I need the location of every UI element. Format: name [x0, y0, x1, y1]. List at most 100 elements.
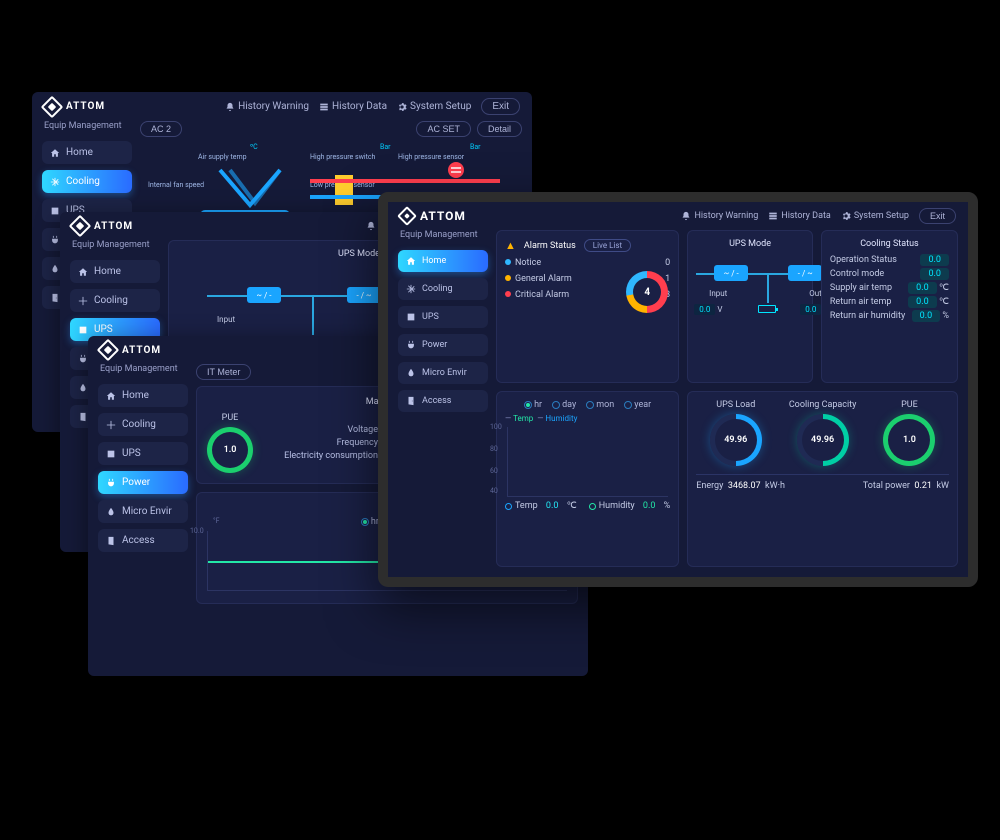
sidebar-item-home[interactable]: Home	[42, 141, 132, 164]
sidebar-item-cooling[interactable]: Cooling	[398, 278, 488, 300]
unit-bar-2: Bar	[470, 143, 481, 151]
home-icon	[106, 391, 116, 401]
axis-unit: °F	[213, 517, 219, 525]
pue-label: PUE	[901, 400, 918, 410]
sidebar-item-access[interactable]: Access	[98, 529, 188, 552]
sidebar-item-home[interactable]: Home	[98, 384, 188, 407]
door-icon	[50, 293, 60, 303]
brand-name: ATTOM	[420, 209, 466, 223]
ups-icon	[106, 449, 116, 459]
voltage-label: Voltage	[268, 425, 378, 435]
ups-load-gauge: 49.96	[710, 414, 762, 466]
energy-readout: Energy 3468.07 kW·h	[696, 481, 785, 491]
brand-name: ATTOM	[66, 101, 105, 112]
sidebar-item-home[interactable]: Home	[398, 250, 488, 272]
app-header: ATTOM History Warning History Data Syste…	[388, 202, 968, 230]
gear-icon	[841, 211, 851, 221]
door-icon	[106, 536, 116, 546]
cool-row-return-temp: Return air temp0.0 ℃	[830, 297, 949, 307]
sidebar: Equip Management Home Cooling UPS Power …	[98, 364, 188, 604]
snowflake-icon	[406, 284, 416, 294]
input-value: 0.0	[694, 304, 715, 315]
sidebar-item-power[interactable]: Power	[398, 334, 488, 356]
system-setup-button[interactable]: System Setup	[841, 211, 909, 221]
header-actions: History Warning History Data System Setu…	[225, 98, 520, 115]
sidebar-title: Equip Management	[398, 230, 488, 244]
ups-load-label: UPS Load	[716, 400, 755, 410]
door-icon	[406, 396, 416, 406]
cooling-capacity-label: Cooling Capacity	[789, 400, 857, 410]
input-label: Input	[217, 315, 235, 324]
snowflake-icon	[50, 177, 60, 187]
sidebar-item-micro-envir[interactable]: Micro Envir	[98, 500, 188, 523]
alarm-row-notice: Notice0	[505, 258, 670, 268]
exit-button[interactable]: Exit	[919, 208, 956, 224]
live-list-button[interactable]: Live List	[584, 239, 631, 252]
drop-icon	[106, 507, 116, 517]
tablet-device: ATTOM History Warning History Data Syste…	[378, 192, 978, 587]
range-mon[interactable]: mon	[586, 400, 614, 410]
unit-bar-1: Bar	[380, 143, 391, 151]
brand-name: ATTOM	[94, 221, 133, 232]
pue-gauge: 1.0	[883, 414, 935, 466]
sidebar-item-access[interactable]: Access	[398, 390, 488, 412]
frequency-label: Frequency	[268, 438, 378, 448]
plug-icon	[78, 354, 88, 364]
sidebar: Equip Management Home Cooling UPS Power …	[398, 230, 488, 567]
range-day[interactable]: day	[552, 400, 576, 410]
elec-consumption-label: Electricity consumption	[268, 451, 378, 461]
gear-icon	[397, 102, 407, 112]
ups-mode-card: UPS Mode ~ / - - / ~ Input Output 0.0V 0…	[687, 230, 813, 383]
ac-selector-button[interactable]: AC 2	[140, 121, 182, 137]
history-data-button[interactable]: History Data	[768, 211, 831, 221]
sidebar-title: Equip Management	[42, 121, 132, 135]
cool-row-return-humidity: Return air humidity0.0 %	[830, 311, 949, 321]
table-icon	[768, 211, 778, 221]
cooling-status-title: Cooling Status	[830, 239, 949, 249]
app-header: ATTOM History Warning History Data Syste…	[32, 92, 532, 121]
brand: ATTOM	[72, 218, 133, 234]
history-warning-button[interactable]: History Warning	[681, 211, 758, 221]
output-value: 0.0	[800, 304, 821, 315]
main-grid: ▲ Alarm Status Live List Notice0 General…	[496, 230, 958, 567]
brand-name: ATTOM	[122, 345, 161, 356]
exit-button[interactable]: Exit	[481, 98, 520, 115]
sidebar-item-micro-envir[interactable]: Micro Envir	[398, 362, 488, 384]
bell-icon	[225, 102, 235, 112]
history-warning-button[interactable]: History Warning	[225, 101, 309, 112]
plug-icon	[406, 340, 416, 350]
warning-triangle-icon: ▲	[505, 239, 516, 252]
sidebar-item-cooling[interactable]: Cooling	[70, 289, 160, 312]
sidebar-item-ups[interactable]: UPS	[98, 442, 188, 465]
range-hr[interactable]: hr	[361, 517, 379, 527]
chart-axes: 100 80 60 40	[507, 427, 668, 497]
sidebar-item-ups[interactable]: UPS	[398, 306, 488, 328]
drop-icon	[50, 264, 60, 274]
it-meter-tab[interactable]: IT Meter	[196, 364, 251, 380]
brand-logo-icon	[41, 95, 64, 118]
sidebar-title: Equip Management	[70, 240, 160, 254]
legend-temp-readout: Temp 0.0 ℃	[505, 501, 577, 511]
pue-gauge: 1.0	[207, 427, 253, 473]
pue-gauge-wrap: PUE 1.0	[883, 400, 935, 466]
range-hr[interactable]: hr	[524, 400, 542, 410]
detail-button[interactable]: Detail	[477, 121, 522, 137]
sidebar-item-cooling[interactable]: Cooling	[42, 170, 132, 193]
sidebar-item-cooling[interactable]: Cooling	[98, 413, 188, 436]
history-data-button[interactable]: History Data	[319, 101, 387, 112]
sidebar-item-power[interactable]: Power	[98, 471, 188, 494]
ups-rectifier-icon: ~ / -	[714, 265, 748, 281]
bell-icon	[681, 211, 691, 221]
home-icon	[50, 148, 60, 158]
door-icon	[78, 412, 88, 422]
range-year[interactable]: year	[624, 400, 651, 410]
legend-humidity-readout: Humidity 0.0 %	[589, 501, 671, 511]
system-setup-button[interactable]: System Setup	[397, 101, 471, 112]
alarm-status-title: Alarm Status	[524, 241, 576, 251]
input-label: Input	[698, 289, 738, 298]
total-power-readout: Total power 0.21 kW	[863, 481, 949, 491]
drop-icon	[78, 383, 88, 393]
sidebar-item-home[interactable]: Home	[70, 260, 160, 283]
brand-logo-icon	[97, 339, 120, 362]
ac-set-button[interactable]: AC SET	[416, 121, 471, 137]
